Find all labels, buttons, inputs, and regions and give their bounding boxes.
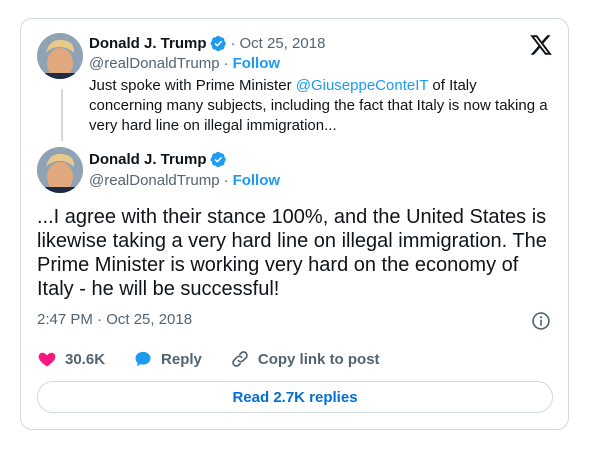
copy-link-button[interactable]: Copy link to post — [230, 349, 380, 369]
action-bar: 30.6K Reply Copy link to post — [37, 349, 408, 369]
avatar[interactable] — [37, 147, 83, 193]
link-icon — [232, 351, 248, 367]
tweet-embed-card: Donald J. Trump · Oct 25, 2018 @realDona… — [20, 18, 569, 430]
like-button[interactable]: 30.6K — [37, 349, 105, 369]
mention-link[interactable]: @GiuseppeConteIT — [296, 77, 429, 94]
separator: · — [230, 35, 236, 52]
main-author-row: Donald J. Trump — [89, 151, 227, 168]
tweet-timestamp[interactable]: 2:47 PM · Oct 25, 2018 — [37, 311, 192, 328]
follow-button[interactable]: Follow — [233, 55, 281, 72]
thread-line — [61, 89, 63, 141]
main-handle-row: @realDonaldTrump · Follow — [89, 172, 280, 189]
heart-icon — [38, 352, 56, 367]
quoted-author-row: Donald J. Trump · Oct 25, 2018 — [89, 35, 325, 52]
info-icon[interactable] — [531, 311, 551, 331]
reply-bubble-icon — [135, 351, 151, 367]
tweet-text: ...I agree with their stance 100%, and t… — [37, 206, 547, 300]
reply-button[interactable]: Reply — [133, 349, 202, 369]
author-name[interactable]: Donald J. Trump — [89, 151, 207, 168]
follow-button[interactable]: Follow — [233, 172, 281, 189]
read-replies-button[interactable]: Read 2.7K replies — [37, 381, 553, 413]
text-segment: Just spoke with Prime Minister — [89, 77, 296, 94]
author-handle[interactable]: @realDonaldTrump — [89, 55, 220, 72]
quoted-handle-row: @realDonaldTrump · Follow — [89, 55, 280, 72]
copy-link-label: Copy link to post — [257, 350, 380, 368]
verified-badge-icon — [210, 35, 226, 52]
profile-photo — [37, 33, 83, 79]
avatar[interactable] — [37, 33, 83, 79]
x-logo-icon[interactable] — [529, 33, 553, 57]
separator: · — [223, 55, 229, 72]
author-name[interactable]: Donald J. Trump — [89, 35, 207, 52]
author-handle[interactable]: @realDonaldTrump — [89, 172, 220, 189]
separator: · — [223, 172, 229, 189]
quoted-tweet-text: Just spoke with Prime Minister @Giuseppe… — [89, 76, 549, 136]
quoted-date[interactable]: Oct 25, 2018 — [240, 35, 326, 52]
like-count: 30.6K — [65, 350, 106, 368]
verified-badge-icon — [210, 151, 226, 168]
reply-label: Reply — [161, 350, 202, 368]
profile-photo — [37, 147, 83, 193]
